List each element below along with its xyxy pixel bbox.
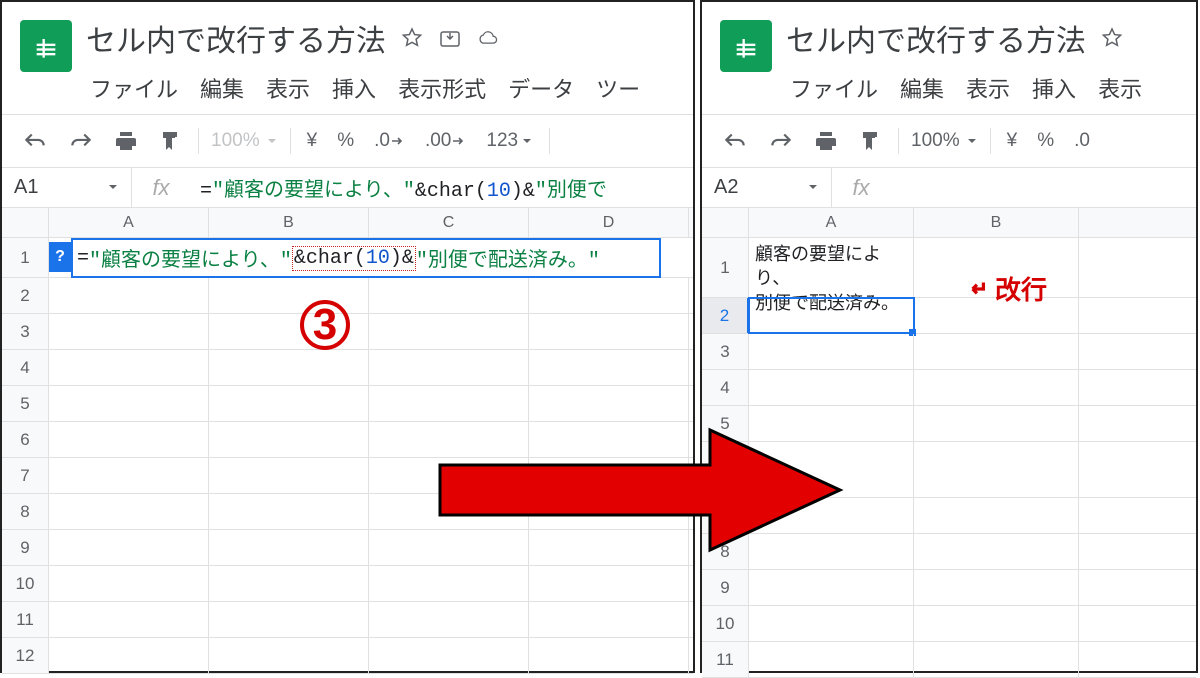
col-A[interactable]: A (49, 208, 209, 237)
menu-format[interactable]: 表示 (1094, 70, 1146, 106)
col-B[interactable]: B (914, 208, 1079, 237)
move-icon[interactable] (438, 26, 462, 50)
cloud-icon[interactable] (476, 26, 500, 50)
cell-A1[interactable]: 顧客の要望により、 別便で配送済み。 (749, 238, 914, 297)
doc-title[interactable]: セル内で改行する方法 (86, 16, 386, 60)
menu-view[interactable]: 表示 (262, 70, 314, 106)
undo-icon[interactable] (12, 124, 58, 158)
header: セル内で改行する方法 ファイル 編集 表示 挿入 表示形式 データ ツー (2, 2, 693, 114)
format-currency-icon[interactable]: ¥ (297, 124, 328, 158)
menu-bar: ファイル 編集 表示 挿入 表示形式 データ ツー (86, 60, 693, 114)
menu-insert[interactable]: 挿入 (328, 70, 380, 106)
menu-file[interactable]: ファイル (786, 70, 882, 106)
sheets-logo[interactable] (20, 20, 72, 72)
format-currency-icon[interactable]: ¥ (997, 124, 1028, 158)
decrease-decimal-icon[interactable]: .0 (1064, 124, 1100, 158)
row-1[interactable]: 1 (702, 238, 749, 297)
row-11[interactable]: 11 (2, 602, 49, 637)
fx-icon: fx (832, 168, 890, 207)
zoom-select[interactable]: 100% (205, 130, 284, 152)
col-B[interactable]: B (209, 208, 369, 237)
select-all-corner[interactable] (2, 208, 49, 237)
title-area: セル内で改行する方法 ファイル 編集 表示 挿入 表示形式 データ ツー (86, 10, 693, 114)
row-5[interactable]: 5 (2, 386, 49, 421)
format-percent-icon[interactable]: % (327, 124, 364, 158)
annotation-kaigyo: 改行 (965, 270, 1047, 307)
big-arrow-icon (430, 420, 850, 560)
formula-help-icon[interactable]: ? (49, 242, 71, 272)
row-11[interactable]: 11 (702, 642, 749, 677)
row-10[interactable]: 10 (2, 566, 49, 601)
formula-bar: A1 fx ="顧客の要望により、"&char(10)&"別便で (2, 168, 693, 208)
row-3[interactable]: 3 (702, 334, 749, 369)
format-more-icon[interactable]: 123 (476, 124, 543, 158)
row-1[interactable]: 1 (2, 238, 49, 277)
print-icon[interactable] (104, 124, 148, 158)
cell-A2-selected[interactable] (749, 298, 914, 333)
star-icon[interactable] (400, 26, 424, 50)
row-7[interactable]: 7 (2, 458, 49, 493)
redo-icon[interactable] (758, 124, 804, 158)
col-A[interactable]: A (749, 208, 914, 237)
menu-insert[interactable]: 挿入 (1028, 70, 1080, 106)
redo-icon[interactable] (58, 124, 104, 158)
row-10[interactable]: 10 (702, 606, 749, 641)
undo-icon[interactable] (712, 124, 758, 158)
menu-data[interactable]: データ (504, 70, 578, 106)
col-C[interactable]: C (369, 208, 529, 237)
row-12[interactable]: 12 (2, 638, 49, 673)
menu-format[interactable]: 表示形式 (394, 70, 490, 106)
row-6[interactable]: 6 (2, 422, 49, 457)
name-box[interactable]: A1 (2, 168, 132, 207)
cell-A1-editing[interactable]: ="顧客の要望により、"&char(10)&"別便で配送済み。" (71, 238, 661, 278)
right-panel: セル内で改行する方法 ファイル 編集 表示 挿入 表示 100% ¥ % .0 … (700, 0, 1198, 673)
row-8[interactable]: 8 (2, 494, 49, 529)
row-9[interactable]: 9 (702, 570, 749, 605)
menu-view[interactable]: 表示 (962, 70, 1014, 106)
row-2[interactable]: 2 (2, 278, 49, 313)
increase-decimal-icon[interactable]: .00 (415, 124, 476, 158)
fx-icon: fx (132, 168, 190, 207)
formula-input[interactable]: ="顧客の要望により、"&char(10)&"別便で (190, 173, 693, 203)
cell-A1-line1: 顧客の要望により、 (755, 242, 907, 291)
star-icon[interactable] (1100, 26, 1124, 50)
menu-file[interactable]: ファイル (86, 70, 182, 106)
menu-tools[interactable]: ツー (592, 70, 644, 106)
annotation-step-3: 3 (300, 300, 350, 350)
paint-format-icon[interactable] (148, 123, 192, 159)
format-percent-icon[interactable]: % (1027, 124, 1064, 158)
toolbar: 100% ¥ % .0 (702, 114, 1196, 168)
print-icon[interactable] (804, 124, 848, 158)
row-4[interactable]: 4 (702, 370, 749, 405)
title-area: セル内で改行する方法 ファイル 編集 表示 挿入 表示 (786, 10, 1196, 114)
toolbar: 100% ¥ % .0 .00 123 (2, 114, 693, 168)
menu-edit[interactable]: 編集 (196, 70, 248, 106)
menu-bar: ファイル 編集 表示 挿入 表示 (786, 60, 1196, 114)
zoom-select[interactable]: 100% (905, 130, 984, 152)
select-all-corner[interactable] (702, 208, 749, 237)
row-9[interactable]: 9 (2, 530, 49, 565)
name-box[interactable]: A2 (702, 168, 832, 207)
paint-format-icon[interactable] (848, 123, 892, 159)
col-D[interactable]: D (529, 208, 689, 237)
row-3[interactable]: 3 (2, 314, 49, 349)
row-2[interactable]: 2 (702, 298, 749, 333)
header: セル内で改行する方法 ファイル 編集 表示 挿入 表示 (702, 2, 1196, 114)
row-4[interactable]: 4 (2, 350, 49, 385)
formula-bar: A2 fx (702, 168, 1196, 208)
decrease-decimal-icon[interactable]: .0 (364, 124, 415, 158)
menu-edit[interactable]: 編集 (896, 70, 948, 106)
doc-title[interactable]: セル内で改行する方法 (786, 16, 1086, 60)
sheets-logo[interactable] (720, 20, 772, 72)
